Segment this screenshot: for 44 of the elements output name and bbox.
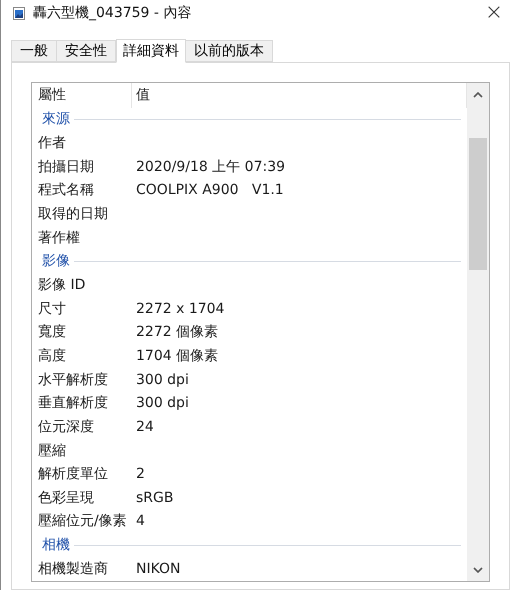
property-value: 300 dpi [135, 394, 189, 414]
scroll-up-icon[interactable] [473, 92, 483, 98]
property-value: COOLPIX A900 V1.1 [135, 181, 284, 200]
scroll-thumb[interactable] [469, 138, 487, 270]
property-name: 水平解析度 [37, 370, 109, 390]
window-title: 轟六型機_043759 - 內容 [33, 4, 192, 22]
tab[interactable]: 詳細資料 [116, 39, 186, 63]
tab[interactable]: 安全性 [57, 40, 116, 62]
image-file-icon [13, 6, 25, 20]
property-name: 影像 ID [37, 276, 86, 295]
property-name: 高度 [37, 346, 67, 366]
property-name: 取得的日期 [37, 204, 109, 224]
property-value: sRGB [135, 488, 174, 508]
group-heading: 影像 [42, 252, 70, 272]
property-name: 作者 [37, 134, 67, 153]
property-value: NIKON [135, 560, 181, 579]
property-name: 壓縮 [37, 442, 67, 461]
property-value: 2 [135, 465, 145, 484]
group-heading: 相機 [42, 536, 70, 556]
close-button[interactable]: × [482, 2, 506, 24]
property-name: 寬度 [37, 323, 67, 342]
property-value: 2020/9/18 上午 07:39 [135, 158, 286, 177]
group-heading: 來源 [42, 110, 70, 130]
property-value: 300 dpi [135, 370, 189, 390]
property-name: 程式名稱 [37, 181, 95, 200]
property-value: 24 [135, 418, 154, 437]
property-name: 壓縮位元/像素 [37, 512, 128, 532]
property-name: 拍攝日期 [37, 158, 95, 177]
property-name: 尺寸 [37, 300, 67, 319]
tab[interactable]: 以前的版本 [186, 40, 273, 62]
scrollbar[interactable] [467, 83, 489, 581]
property-value: 4 [135, 512, 145, 532]
property-value: 2272 x 1704 [135, 300, 224, 319]
property-name: 解析度單位 [37, 465, 109, 484]
property-name: 垂直解析度 [37, 394, 109, 414]
property-value: 1704 個像素 [135, 346, 218, 366]
column-header[interactable]: 屬性 [32, 83, 132, 108]
property-name: 色彩呈現 [37, 488, 95, 508]
property-name: 著作權 [37, 228, 81, 248]
property-name: 位元深度 [37, 418, 95, 437]
scroll-down-icon[interactable] [473, 567, 483, 573]
property-name: 相機製造商 [37, 560, 109, 579]
tab[interactable]: 一般 [11, 40, 57, 62]
property-value: 2272 個像素 [135, 323, 218, 342]
